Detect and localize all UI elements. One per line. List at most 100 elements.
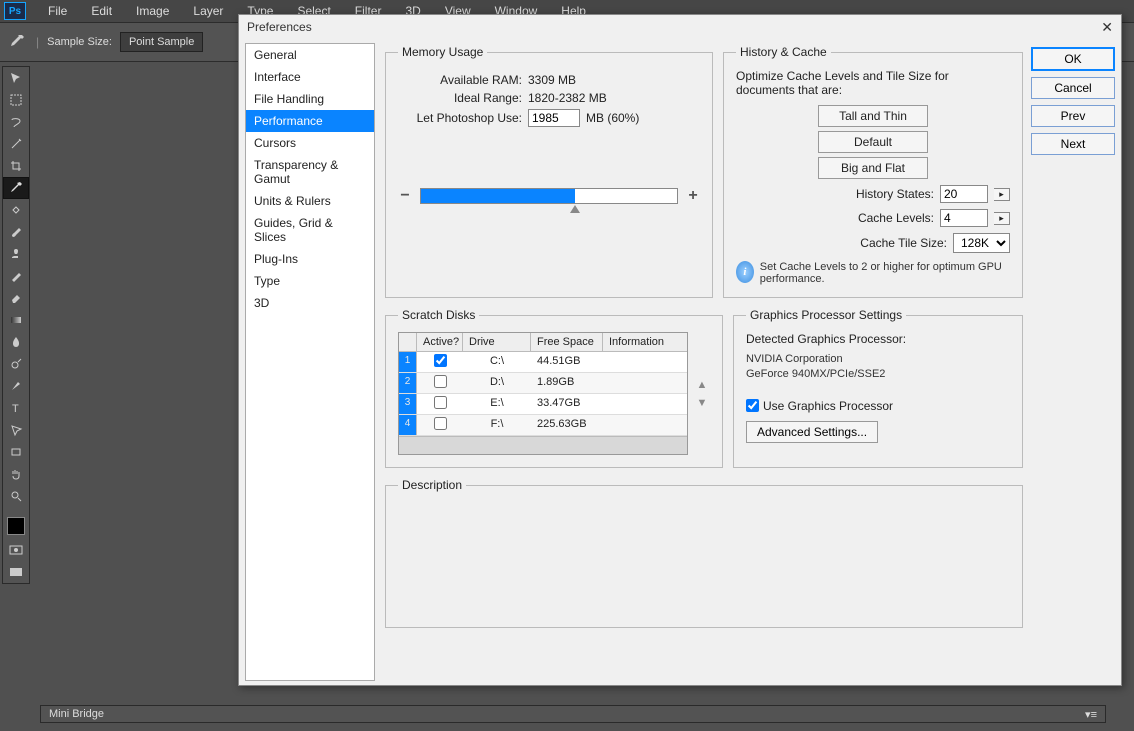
sidebar-item-filehandling[interactable]: File Handling (246, 88, 374, 110)
close-icon[interactable]: ✕ (1101, 19, 1113, 36)
crop-tool-icon[interactable] (3, 155, 29, 177)
drive-active-checkbox[interactable] (434, 354, 447, 367)
brush-tool-icon[interactable] (3, 221, 29, 243)
scratch-disks-legend: Scratch Disks (398, 308, 479, 322)
shape-tool-icon[interactable] (3, 441, 29, 463)
sidebar-item-type[interactable]: Type (246, 270, 374, 292)
slider-minus-icon[interactable]: − (398, 187, 412, 205)
description-legend: Description (398, 478, 466, 492)
slider-handle-icon[interactable] (570, 205, 580, 213)
sidebar-item-transparency[interactable]: Transparency & Gamut (246, 154, 374, 190)
ok-button[interactable]: OK (1031, 47, 1115, 71)
use-gpu-label: Use Graphics Processor (763, 399, 893, 413)
menu-file[interactable]: File (36, 1, 79, 21)
eyedropper-tool-icon[interactable] (3, 177, 29, 199)
sidebar-item-cursors[interactable]: Cursors (246, 132, 374, 154)
dialog-titlebar: Preferences ✕ (239, 15, 1121, 39)
available-ram-label: Available RAM: (398, 73, 528, 87)
sample-size-label: Sample Size: (47, 36, 112, 48)
preferences-dialog: Preferences ✕ General Interface File Han… (238, 14, 1122, 686)
col-free: Free Space (531, 333, 603, 351)
default-button[interactable]: Default (818, 131, 928, 153)
history-states-label: History States: (856, 187, 934, 201)
sidebar-item-performance[interactable]: Performance (246, 110, 374, 132)
lasso-tool-icon[interactable] (3, 111, 29, 133)
sidebar-item-3d[interactable]: 3D (246, 292, 374, 314)
ideal-range-label: Ideal Range: (398, 91, 528, 105)
table-row[interactable]: 2 D:\ 1.89GB (399, 373, 687, 394)
prev-button[interactable]: Prev (1031, 105, 1115, 127)
big-flat-button[interactable]: Big and Flat (818, 157, 928, 179)
marquee-tool-icon[interactable] (3, 89, 29, 111)
screenmode-icon[interactable] (3, 561, 29, 583)
drive-active-checkbox[interactable] (434, 417, 447, 430)
cancel-button[interactable]: Cancel (1031, 77, 1115, 99)
pen-tool-icon[interactable] (3, 375, 29, 397)
history-brush-tool-icon[interactable] (3, 265, 29, 287)
move-up-icon[interactable]: ▲ (694, 377, 710, 393)
foreground-color-swatch[interactable] (7, 517, 25, 535)
healing-tool-icon[interactable] (3, 199, 29, 221)
move-tool-icon[interactable] (3, 67, 29, 89)
info-icon: i (736, 261, 754, 283)
gpu-legend: Graphics Processor Settings (746, 308, 906, 322)
menu-edit[interactable]: Edit (79, 1, 124, 21)
advanced-settings-button[interactable]: Advanced Settings... (746, 421, 878, 443)
tall-thin-button[interactable]: Tall and Thin (818, 105, 928, 127)
quickmask-icon[interactable] (3, 539, 29, 561)
sample-size-dropdown[interactable]: Point Sample (120, 32, 203, 52)
cache-tile-select[interactable]: 128K (953, 233, 1010, 253)
detected-gpu-label: Detected Graphics Processor: (746, 332, 1010, 346)
gpu-vendor: NVIDIA Corporation (746, 352, 1010, 367)
mini-bridge-label: Mini Bridge (49, 708, 104, 720)
col-active: Active? (417, 333, 463, 351)
eyedropper-icon (6, 31, 28, 53)
cache-levels-stepper[interactable]: ▸ (994, 212, 1010, 225)
drive-active-checkbox[interactable] (434, 396, 447, 409)
slider-plus-icon[interactable]: + (686, 187, 700, 205)
memory-usage-legend: Memory Usage (398, 45, 487, 59)
type-tool-icon[interactable]: T (3, 397, 29, 419)
stamp-tool-icon[interactable] (3, 243, 29, 265)
cache-tile-label: Cache Tile Size: (860, 236, 947, 250)
menu-layer[interactable]: Layer (181, 1, 235, 21)
dodge-tool-icon[interactable] (3, 353, 29, 375)
zoom-tool-icon[interactable] (3, 485, 29, 507)
sidebar-item-plugins[interactable]: Plug-Ins (246, 248, 374, 270)
history-states-input[interactable] (940, 185, 988, 203)
menu-image[interactable]: Image (124, 1, 181, 21)
gpu-settings-group: Graphics Processor Settings Detected Gra… (733, 308, 1023, 468)
move-down-icon[interactable]: ▼ (694, 395, 710, 411)
hand-tool-icon[interactable] (3, 463, 29, 485)
app-logo: Ps (4, 2, 26, 20)
mini-bridge-panel[interactable]: Mini Bridge ▾≡ (40, 705, 1106, 723)
history-states-stepper[interactable]: ▸ (994, 188, 1010, 201)
next-button[interactable]: Next (1031, 133, 1115, 155)
col-info: Information (603, 333, 687, 351)
cache-levels-input[interactable] (940, 209, 988, 227)
sidebar-item-interface[interactable]: Interface (246, 66, 374, 88)
panel-menu-icon[interactable]: ▾≡ (1085, 708, 1097, 721)
let-photoshop-input[interactable] (528, 109, 580, 127)
cache-levels-label: Cache Levels: (858, 211, 934, 225)
use-gpu-checkbox[interactable] (746, 399, 759, 412)
sidebar-item-general[interactable]: General (246, 44, 374, 66)
svg-text:T: T (12, 403, 19, 415)
scratch-disks-group: Scratch Disks Active? Drive Free Space I… (385, 308, 723, 468)
table-row[interactable]: 1 C:\ 44.51GB (399, 352, 687, 373)
memory-slider[interactable] (420, 188, 678, 204)
table-row[interactable]: 3 E:\ 33.47GB (399, 394, 687, 415)
memory-usage-group: Memory Usage Available RAM: 3309 MB Idea… (385, 45, 713, 298)
description-group: Description (385, 478, 1023, 628)
gradient-tool-icon[interactable] (3, 309, 29, 331)
blur-tool-icon[interactable] (3, 331, 29, 353)
eraser-tool-icon[interactable] (3, 287, 29, 309)
available-ram-value: 3309 MB (528, 73, 576, 87)
path-tool-icon[interactable] (3, 419, 29, 441)
drive-active-checkbox[interactable] (434, 375, 447, 388)
let-photoshop-suffix: MB (60%) (586, 111, 639, 125)
table-row[interactable]: 4 F:\ 225.63GB (399, 415, 687, 436)
sidebar-item-guides[interactable]: Guides, Grid & Slices (246, 212, 374, 248)
sidebar-item-units[interactable]: Units & Rulers (246, 190, 374, 212)
wand-tool-icon[interactable] (3, 133, 29, 155)
